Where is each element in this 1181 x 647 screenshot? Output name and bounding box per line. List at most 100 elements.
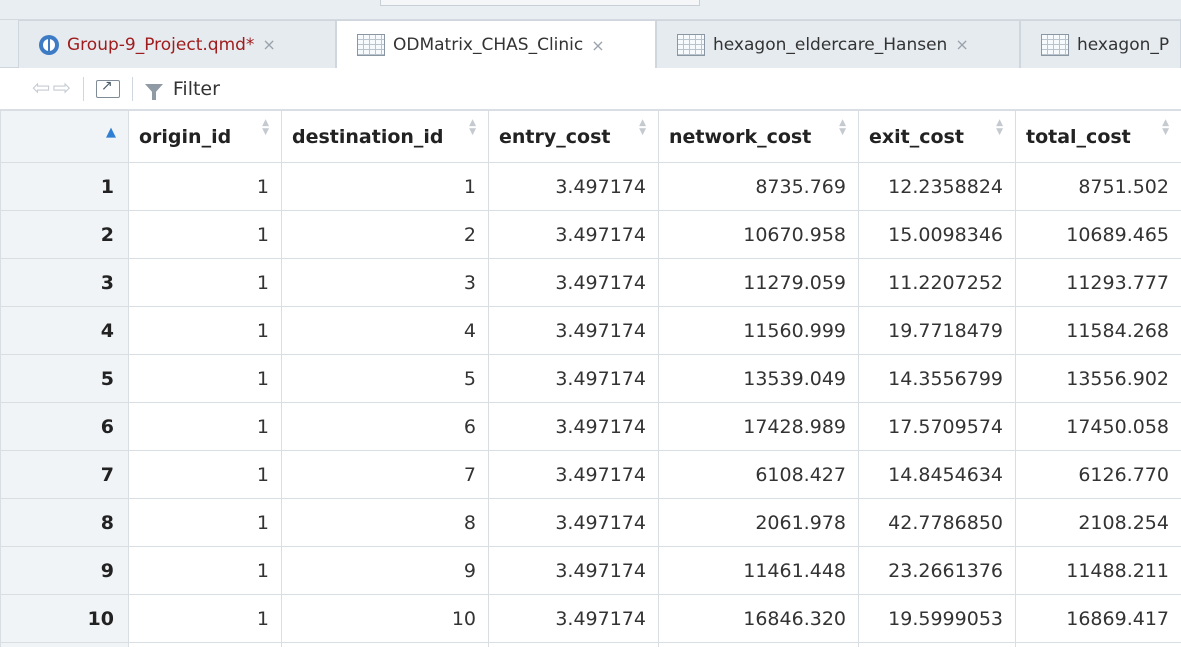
filter-icon [144, 83, 163, 100]
table-row: 4 1 4 3.497174 11560.999 19.7718479 11584.268 [0, 306, 1181, 355]
tab-odmatrix-chas-clinic[interactable]: ODMatrix_CHAS_Clinic × [336, 20, 656, 69]
table-cell: 3.497174 [488, 258, 659, 307]
row-number: 10 [0, 594, 129, 643]
table-icon [677, 33, 705, 56]
back-arrow-icon[interactable]: ⇦ [32, 76, 50, 101]
table-row: 9 1 9 3.497174 11461.448 23.2661376 11488.211 [0, 546, 1181, 595]
table-cell: 42.7786850 [858, 498, 1016, 547]
table-row: 7 1 7 3.497174 6108.427 14.8454634 6126.770 [0, 450, 1181, 499]
close-icon[interactable]: × [591, 36, 604, 55]
close-icon[interactable]: × [262, 35, 275, 54]
table-cell: 1 [128, 306, 282, 355]
tab-label: ODMatrix_CHAS_Clinic [393, 35, 584, 55]
column-header-entry-cost[interactable]: entry_cost ▲ ▼ [488, 110, 659, 163]
table-cell: 11560.999 [658, 306, 859, 355]
table-cell: 3.497174 [488, 450, 659, 499]
tab-hexagon-p[interactable]: hexagon_P [1020, 20, 1181, 68]
table-cell: 16869.417 [1015, 594, 1181, 643]
table-cell: 15.0098346 [858, 210, 1016, 259]
table-cell: 11.2207252 [858, 258, 1016, 307]
filter-button[interactable]: Filter [144, 77, 220, 100]
column-header-exit-cost[interactable]: exit_cost ▲ ▼ [858, 110, 1016, 163]
forward-arrow-icon[interactable]: ⇨ [52, 76, 70, 101]
table-cell: 1 [281, 162, 489, 211]
column-header-network-cost[interactable]: network_cost ▲ ▼ [658, 110, 859, 163]
row-number: 7 [0, 450, 129, 499]
tab-group-9-project[interactable]: Group-9_Project.qmd* × [18, 20, 336, 68]
table-row: 8 1 8 3.497174 2061.978 42.7786850 2108.254 [0, 498, 1181, 547]
table-cell: 3.497174 [488, 498, 659, 547]
table-cell: 9 [281, 546, 489, 595]
tab-label: Group-9_Project.qmd* [67, 34, 255, 55]
table-cell: 14.3556799 [858, 354, 1016, 403]
table-cell: 19.5999053 [858, 594, 1016, 643]
table-cell: 6 [281, 402, 489, 451]
column-header-origin-id[interactable]: origin_id ▲ ▼ [128, 110, 282, 163]
table-cell: 6108.427 [658, 450, 859, 499]
column-header-total-cost[interactable]: total_cost ▲ ▼ [1015, 110, 1181, 163]
sort-icon: ▲ ▼ [469, 118, 476, 137]
table-cell: 17.5709574 [858, 402, 1016, 451]
row-number: 6 [0, 402, 129, 451]
sort-icon: ▲ ▼ [639, 118, 646, 137]
table-cell: 3.497174 [488, 546, 659, 595]
sort-icon: ▲ ▼ [1162, 118, 1169, 137]
table-cell: 10689.465 [1015, 210, 1181, 259]
row-number: 4 [0, 306, 129, 355]
table-cell: 5 [281, 354, 489, 403]
table-cell: 17450.058 [1015, 402, 1181, 451]
row-number: 3 [0, 258, 129, 307]
table-cell: 4 [281, 306, 489, 355]
table-cell: 6126.770 [1015, 450, 1181, 499]
table-cell: 23.2661376 [858, 546, 1016, 595]
table-cell: 1 [128, 210, 282, 259]
table-row: 5 1 5 3.497174 13539.049 14.3556799 13556.902 [0, 354, 1181, 403]
table-cell: 1 [128, 354, 282, 403]
table-cell: 2108.254 [1015, 498, 1181, 547]
data-grid: ▲ origin_id ▲ ▼ destination_id ▲ ▼ entry_cos… [0, 110, 1181, 647]
sort-icon: ▲ ▼ [996, 118, 1003, 137]
filter-label: Filter [172, 77, 220, 100]
table-cell: 11584.268 [1015, 306, 1181, 355]
table-row: 3 1 3 3.497174 11279.059 11.2207252 11293.777 [0, 258, 1181, 307]
toolbar-divider [82, 76, 84, 101]
top-strip [0, 0, 1181, 20]
table-row-partial [0, 642, 1181, 647]
sort-ascending-icon: ▲ [106, 125, 116, 140]
table-cell: 3.497174 [488, 306, 659, 355]
table-cell: 3.497174 [488, 594, 659, 643]
data-table: ▲ origin_id ▲ ▼ destination_id ▲ ▼ entry_cos… [0, 110, 1181, 647]
toolbar-divider [131, 76, 133, 101]
table-cell: 1 [128, 546, 282, 595]
table-cell: 8751.502 [1015, 162, 1181, 211]
table-cell: 19.7718479 [858, 306, 1016, 355]
table-icon [1041, 33, 1069, 56]
row-number: 5 [0, 354, 129, 403]
sort-icon: ▲ ▼ [839, 118, 846, 137]
table-cell: 11488.211 [1015, 546, 1181, 595]
editor-tab-bar: Group-9_Project.qmd* × ODMatrix_CHAS_Cli… [0, 20, 1181, 69]
column-header-destination-id[interactable]: destination_id ▲ ▼ [281, 110, 489, 163]
table-cell: 13539.049 [658, 354, 859, 403]
tab-hexagon-eldercare-hansen[interactable]: hexagon_eldercare_Hansen × [656, 20, 1020, 68]
table-body: 1 1 1 3.497174 8735.769 12.2358824 8751.502 2 1 2… [0, 162, 1181, 647]
popout-window-icon[interactable] [95, 78, 120, 98]
row-index-header[interactable]: ▲ [0, 110, 129, 163]
table-row: 2 1 2 3.497174 10670.958 15.0098346 10689.465 [0, 210, 1181, 259]
table-cell: 3.497174 [488, 210, 659, 259]
row-number: 8 [0, 498, 129, 547]
table-cell: 12.2358824 [858, 162, 1016, 211]
table-cell: 1 [128, 162, 282, 211]
header-row: ▲ origin_id ▲ ▼ destination_id ▲ ▼ entry_cos… [0, 110, 1181, 163]
table-cell: 1 [128, 450, 282, 499]
table-cell: 3 [281, 258, 489, 307]
table-cell: 1 [128, 402, 282, 451]
close-icon[interactable]: × [955, 35, 968, 54]
table-cell: 8735.769 [658, 162, 859, 211]
table-cell: 7 [281, 450, 489, 499]
table-row: 10 1 10 3.497174 16846.320 19.5999053 16869.41… [0, 594, 1181, 643]
table-icon [357, 34, 385, 56]
table-cell: 11279.059 [658, 258, 859, 307]
table-cell: 3.497174 [488, 402, 659, 451]
table-cell: 14.8454634 [858, 450, 1016, 499]
